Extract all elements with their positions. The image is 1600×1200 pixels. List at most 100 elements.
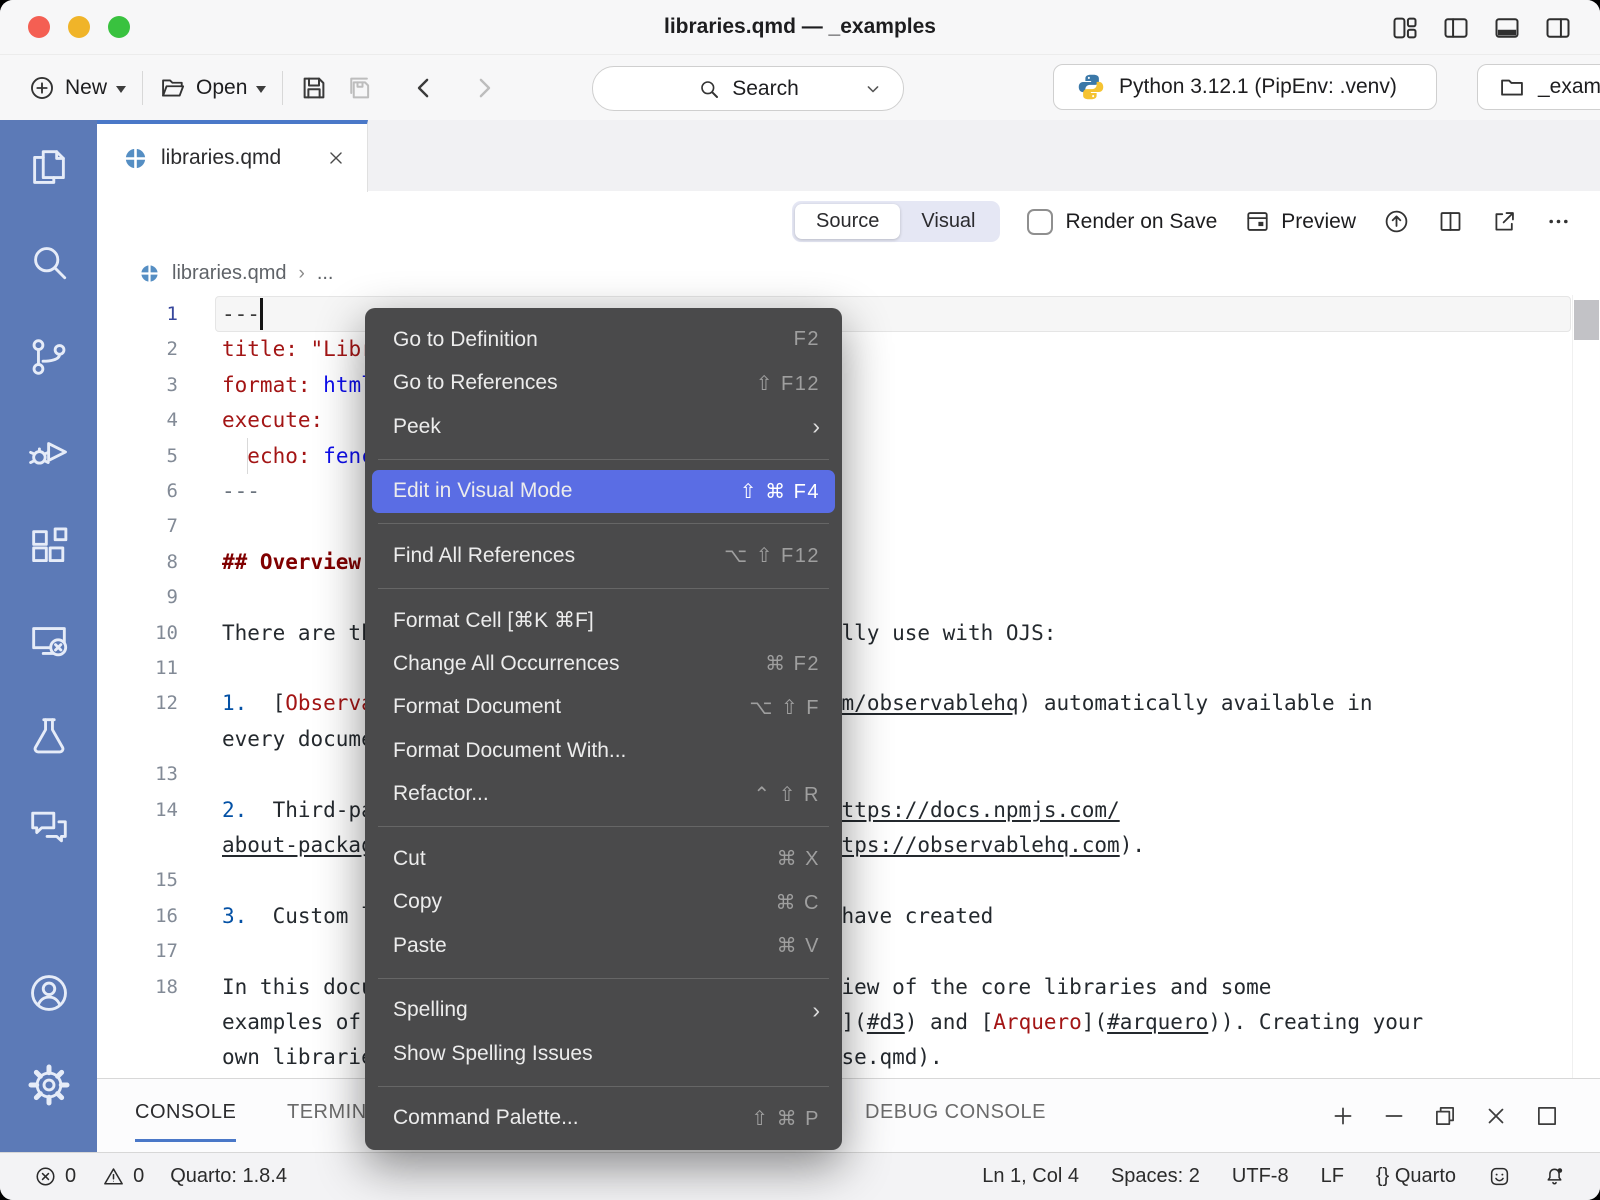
open-external-icon[interactable]: [1491, 208, 1518, 235]
line-number[interactable]: 3: [97, 367, 178, 403]
menu-item-label: Command Palette...: [393, 1106, 579, 1130]
activity-bar-settings-icon[interactable]: [26, 1062, 72, 1108]
back-icon[interactable]: [409, 73, 439, 103]
plus-circle-icon: [28, 74, 56, 102]
menu-item-edit-in-visual-mode[interactable]: Edit in Visual Mode⇧ ⌘ F4: [372, 470, 835, 514]
line-number[interactable]: 1: [97, 296, 178, 332]
line-number[interactable]: 14: [97, 792, 178, 828]
toggle-left-sidebar-icon[interactable]: [1442, 14, 1470, 42]
status-eol-sequence[interactable]: LF: [1321, 1165, 1344, 1188]
breadcrumb: libraries.qmd › ...: [97, 252, 1600, 295]
status-quarto-version[interactable]: Quarto: 1.8.4: [170, 1165, 287, 1188]
status-feedback[interactable]: [1488, 1165, 1511, 1188]
close-panel-icon[interactable]: [1483, 1103, 1509, 1129]
source-mode-button[interactable]: Source: [795, 204, 900, 239]
line-number[interactable]: 13: [97, 756, 178, 792]
menu-item-find-all-references[interactable]: Find All References⌥ ⇧ F12: [365, 534, 842, 578]
menu-item-peek[interactable]: Peek›: [365, 405, 842, 449]
menu-item-label: Find All References: [393, 544, 575, 568]
activity-bar-testing-icon[interactable]: [26, 713, 72, 759]
open-button[interactable]: Open: [159, 74, 266, 102]
status-language-mode[interactable]: {} Quarto: [1376, 1165, 1456, 1188]
status-cursor-position[interactable]: Ln 1, Col 4: [982, 1165, 1079, 1188]
menu-item-change-all-occurrences[interactable]: Change All Occurrences⌘ F2: [365, 642, 842, 686]
line-number[interactable]: 9: [97, 579, 178, 615]
line-number[interactable]: 18: [97, 969, 178, 1005]
preview-button[interactable]: Preview: [1244, 208, 1356, 235]
restore-panel-icon[interactable]: [1432, 1103, 1458, 1129]
status-problems-errors[interactable]: 0: [34, 1165, 76, 1188]
menu-item-show-spelling-issues[interactable]: Show Spelling Issues: [365, 1032, 842, 1076]
line-number[interactable]: 15: [97, 862, 178, 898]
search-icon: [697, 77, 721, 101]
line-number[interactable]: 4: [97, 402, 178, 438]
more-actions-icon[interactable]: [1545, 208, 1572, 235]
line-number[interactable]: 11: [97, 650, 178, 686]
forward-icon[interactable]: [469, 73, 499, 103]
maximize-panel-icon[interactable]: [1534, 1103, 1560, 1129]
visual-mode-button[interactable]: Visual: [900, 204, 996, 239]
activity-bar-extensions-icon[interactable]: [26, 524, 72, 570]
status-indentation-label: Spaces: 2: [1111, 1165, 1200, 1188]
publish-icon[interactable]: [1383, 208, 1410, 235]
menu-item-label: Go to Definition: [393, 328, 538, 352]
panel-tab-console[interactable]: CONSOLE: [135, 1085, 236, 1142]
activity-bar-source-control-icon[interactable]: [26, 334, 72, 380]
split-editor-icon[interactable]: [1437, 208, 1464, 235]
save-icon[interactable]: [299, 73, 329, 103]
line-number[interactable]: 2: [97, 331, 178, 367]
new-panel-icon[interactable]: [1330, 1103, 1356, 1129]
menu-item-format-document[interactable]: Format Document⌥ ⇧ F: [365, 686, 842, 730]
close-tab-icon[interactable]: [325, 147, 347, 169]
search-box[interactable]: Search: [592, 66, 904, 111]
editor-scrollbar[interactable]: [1572, 295, 1600, 1078]
activity-bar-comments-icon[interactable]: [26, 804, 72, 850]
menu-item-paste[interactable]: Paste⌘ V: [365, 924, 842, 968]
scrollbar-thumb[interactable]: [1574, 300, 1599, 340]
workspace-button[interactable]: _examples: [1477, 64, 1600, 110]
status-notifications[interactable]: [1543, 1165, 1566, 1188]
status-encoding[interactable]: UTF-8: [1232, 1165, 1289, 1188]
panel-tab-debug-console[interactable]: DEBUG CONSOLE: [865, 1085, 1046, 1142]
status-problems-warnings[interactable]: 0: [102, 1165, 144, 1188]
menu-item-refactor[interactable]: Refactor...⌃ ⇧ R: [365, 773, 842, 817]
activity-bar-explorer-icon[interactable]: [26, 145, 72, 191]
line-number[interactable]: 6: [97, 473, 178, 509]
render-on-save-checkbox[interactable]: [1027, 209, 1053, 235]
menu-item-format-document-with[interactable]: Format Document With...: [365, 729, 842, 773]
menu-item-command-palette[interactable]: Command Palette...⇧ ⌘ P: [365, 1097, 842, 1141]
activity-bar-remote-explorer-icon[interactable]: [26, 618, 72, 664]
menu-item-label: Show Spelling Issues: [393, 1042, 593, 1066]
toggle-bottom-panel-icon[interactable]: [1493, 14, 1521, 42]
menu-item-format-cell-k-f[interactable]: Format Cell [⌘K ⌘F]: [365, 599, 842, 643]
line-number[interactable]: 7: [97, 508, 178, 544]
line-number[interactable]: 10: [97, 615, 178, 651]
breadcrumb-file[interactable]: libraries.qmd: [172, 262, 286, 285]
status-cursor-position-label: Ln 1, Col 4: [982, 1165, 1079, 1188]
activity-bar-search-icon[interactable]: [26, 239, 72, 285]
line-number[interactable]: 5: [97, 438, 178, 474]
activity-bar-run-debug-icon[interactable]: [26, 429, 72, 475]
editor[interactable]: 1---2title: "Libraries"3format: html4exe…: [97, 295, 1600, 1078]
line-number[interactable]: 16: [97, 898, 178, 934]
breadcrumb-more[interactable]: ...: [317, 262, 334, 285]
menu-item-go-to-definition[interactable]: Go to DefinitionF2: [365, 318, 842, 362]
menu-item-cut[interactable]: Cut⌘ X: [365, 837, 842, 881]
activity-bar-account-icon[interactable]: [26, 970, 72, 1016]
minimize-panel-icon[interactable]: [1381, 1103, 1407, 1129]
tab-libraries-qmd[interactable]: libraries.qmd: [97, 120, 368, 192]
status-bar: 0 0 Quarto: 1.8.4 Ln 1, Col 4 Spaces: 2 UTF-…: [0, 1152, 1600, 1200]
status-indentation[interactable]: Spaces: 2: [1111, 1165, 1200, 1188]
menu-item-spelling[interactable]: Spelling›: [365, 989, 842, 1033]
line-number[interactable]: 12: [97, 685, 178, 721]
customize-layout-icon[interactable]: [1391, 14, 1419, 42]
new-button[interactable]: New: [28, 74, 126, 102]
menu-item-copy[interactable]: Copy⌘ C: [365, 881, 842, 925]
menu-item-label: Spelling: [393, 998, 468, 1022]
line-number[interactable]: 8: [97, 544, 178, 580]
menu-item-go-to-references[interactable]: Go to References⇧ F12: [365, 362, 842, 406]
interpreter-selector[interactable]: Python 3.12.1 (PipEnv: .venv): [1053, 64, 1437, 110]
line-number[interactable]: 17: [97, 933, 178, 969]
toggle-right-sidebar-icon[interactable]: [1544, 14, 1572, 42]
save-all-icon[interactable]: [345, 73, 375, 103]
